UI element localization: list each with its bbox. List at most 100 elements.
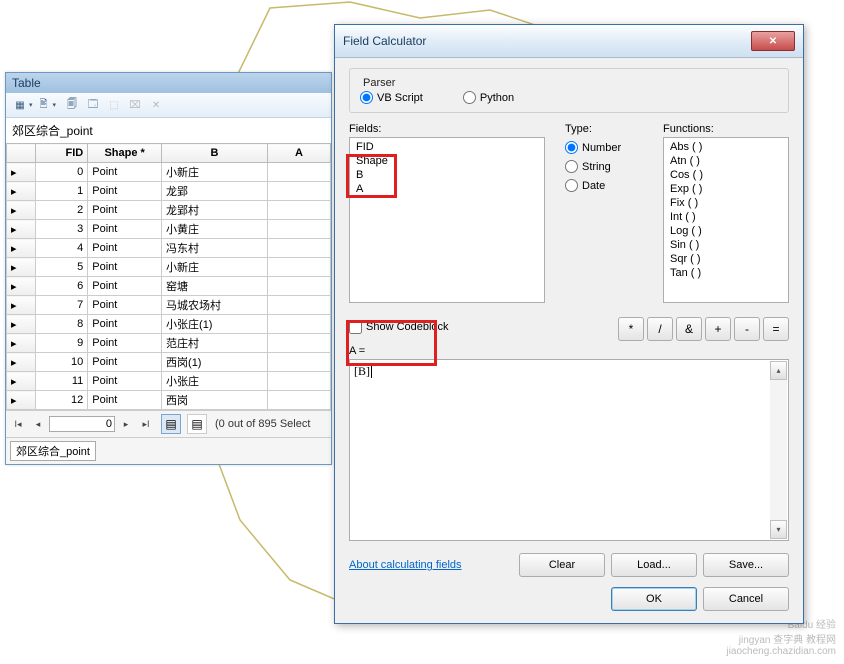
- cell-fid[interactable]: 0: [35, 163, 87, 182]
- row-handle[interactable]: ▸: [7, 220, 36, 239]
- table-row[interactable]: ▸0Point小新庄: [7, 163, 331, 182]
- ok-button[interactable]: OK: [611, 587, 697, 611]
- column-header[interactable]: FID: [35, 144, 87, 163]
- cell-shape[interactable]: Point: [88, 315, 162, 334]
- function-item[interactable]: Fix ( ): [666, 196, 786, 210]
- cell-fid[interactable]: 8: [35, 315, 87, 334]
- cell-fid[interactable]: 7: [35, 296, 87, 315]
- show-codeblock-checkbox[interactable]: Show Codeblock: [349, 321, 449, 334]
- row-handle[interactable]: ▸: [7, 391, 36, 410]
- column-header[interactable]: B: [162, 144, 268, 163]
- row-handle[interactable]: ▸: [7, 201, 36, 220]
- table-row[interactable]: ▸9Point范庄村: [7, 334, 331, 353]
- row-handle[interactable]: ▸: [7, 334, 36, 353]
- table-row[interactable]: ▸5Point小新庄: [7, 258, 331, 277]
- cell-b[interactable]: 龙郢: [162, 182, 268, 201]
- expression-textarea[interactable]: [B] ▴ ▾: [349, 359, 789, 541]
- table-tab[interactable]: 郊区综合_point: [10, 441, 96, 461]
- cell-a[interactable]: [267, 239, 330, 258]
- cell-b[interactable]: 小新庄: [162, 258, 268, 277]
- row-handle[interactable]: ▸: [7, 258, 36, 277]
- cell-shape[interactable]: Point: [88, 239, 162, 258]
- cell-b[interactable]: 冯东村: [162, 239, 268, 258]
- field-item[interactable]: A: [352, 182, 542, 196]
- functions-listbox[interactable]: Abs ( )Atn ( )Cos ( )Exp ( )Fix ( )Int (…: [663, 137, 789, 303]
- table-row[interactable]: ▸1Point龙郢: [7, 182, 331, 201]
- cell-b[interactable]: 西岗(1): [162, 353, 268, 372]
- table-row[interactable]: ▸4Point冯东村: [7, 239, 331, 258]
- cell-a[interactable]: [267, 182, 330, 201]
- cell-a[interactable]: [267, 353, 330, 372]
- cell-shape[interactable]: Point: [88, 258, 162, 277]
- cell-shape[interactable]: Point: [88, 372, 162, 391]
- cell-fid[interactable]: 9: [35, 334, 87, 353]
- cell-shape[interactable]: Point: [88, 334, 162, 353]
- function-item[interactable]: Sqr ( ): [666, 252, 786, 266]
- operator-button[interactable]: *: [618, 317, 644, 341]
- cell-a[interactable]: [267, 334, 330, 353]
- about-link[interactable]: About calculating fields: [349, 559, 462, 571]
- cell-fid[interactable]: 12: [35, 391, 87, 410]
- scroll-up-icon[interactable]: ▴: [770, 361, 787, 380]
- close-button[interactable]: ✕: [751, 31, 795, 51]
- show-selected-button[interactable]: ▤: [187, 414, 207, 434]
- parser-python-radio[interactable]: Python: [463, 91, 514, 104]
- scrollbar[interactable]: ▴ ▾: [770, 361, 787, 539]
- prev-record-button[interactable]: ◂: [29, 415, 47, 433]
- row-handle[interactable]: ▸: [7, 372, 36, 391]
- cell-shape[interactable]: Point: [88, 391, 162, 410]
- cell-a[interactable]: [267, 277, 330, 296]
- cell-shape[interactable]: Point: [88, 163, 162, 182]
- row-handle[interactable]: ▸: [7, 315, 36, 334]
- table-row[interactable]: ▸7Point马城农场村: [7, 296, 331, 315]
- cell-a[interactable]: [267, 258, 330, 277]
- cell-a[interactable]: [267, 220, 330, 239]
- cell-shape[interactable]: Point: [88, 201, 162, 220]
- function-item[interactable]: Cos ( ): [666, 168, 786, 182]
- cell-a[interactable]: [267, 391, 330, 410]
- cell-b[interactable]: 西岗: [162, 391, 268, 410]
- cell-fid[interactable]: 1: [35, 182, 87, 201]
- cell-fid[interactable]: 6: [35, 277, 87, 296]
- table-row[interactable]: ▸3Point小黄庄: [7, 220, 331, 239]
- cell-fid[interactable]: 10: [35, 353, 87, 372]
- column-header[interactable]: A: [267, 144, 330, 163]
- cancel-button[interactable]: Cancel: [703, 587, 789, 611]
- scroll-down-icon[interactable]: ▾: [770, 520, 787, 539]
- load-button[interactable]: Load...: [611, 553, 697, 577]
- function-item[interactable]: Sin ( ): [666, 238, 786, 252]
- column-header[interactable]: Shape *: [88, 144, 162, 163]
- select-by-attributes-button[interactable]: 🗐: [62, 95, 82, 115]
- save-button[interactable]: Save...: [703, 553, 789, 577]
- show-all-button[interactable]: ▤: [161, 414, 181, 434]
- related-tables-button[interactable]: 🖹: [34, 95, 54, 115]
- cell-a[interactable]: [267, 296, 330, 315]
- row-handle[interactable]: ▸: [7, 182, 36, 201]
- record-number-input[interactable]: [49, 416, 115, 432]
- table-options-button[interactable]: ▦: [10, 95, 30, 115]
- row-handle[interactable]: ▸: [7, 239, 36, 258]
- operator-button[interactable]: =: [763, 317, 789, 341]
- field-item[interactable]: Shape: [352, 154, 542, 168]
- function-item[interactable]: Exp ( ): [666, 182, 786, 196]
- cell-b[interactable]: 马城农场村: [162, 296, 268, 315]
- table-row[interactable]: ▸8Point小张庄(1): [7, 315, 331, 334]
- cell-a[interactable]: [267, 372, 330, 391]
- cell-b[interactable]: 龙郢村: [162, 201, 268, 220]
- type-number-radio[interactable]: Number: [565, 141, 643, 154]
- first-record-button[interactable]: I◂: [9, 415, 27, 433]
- function-item[interactable]: Int ( ): [666, 210, 786, 224]
- function-item[interactable]: Log ( ): [666, 224, 786, 238]
- table-row[interactable]: ▸2Point龙郢村: [7, 201, 331, 220]
- cell-b[interactable]: 小黄庄: [162, 220, 268, 239]
- row-handle[interactable]: ▸: [7, 353, 36, 372]
- cell-b[interactable]: 窑塘: [162, 277, 268, 296]
- data-grid[interactable]: FID Shape * B A ▸0Point小新庄▸1Point龙郢▸2Poi…: [6, 143, 331, 410]
- row-handle[interactable]: ▸: [7, 277, 36, 296]
- cell-shape[interactable]: Point: [88, 277, 162, 296]
- last-record-button[interactable]: ▸I: [137, 415, 155, 433]
- table-row[interactable]: ▸12Point西岗: [7, 391, 331, 410]
- cell-b[interactable]: 小新庄: [162, 163, 268, 182]
- fields-listbox[interactable]: FIDShapeBA: [349, 137, 545, 303]
- cell-shape[interactable]: Point: [88, 220, 162, 239]
